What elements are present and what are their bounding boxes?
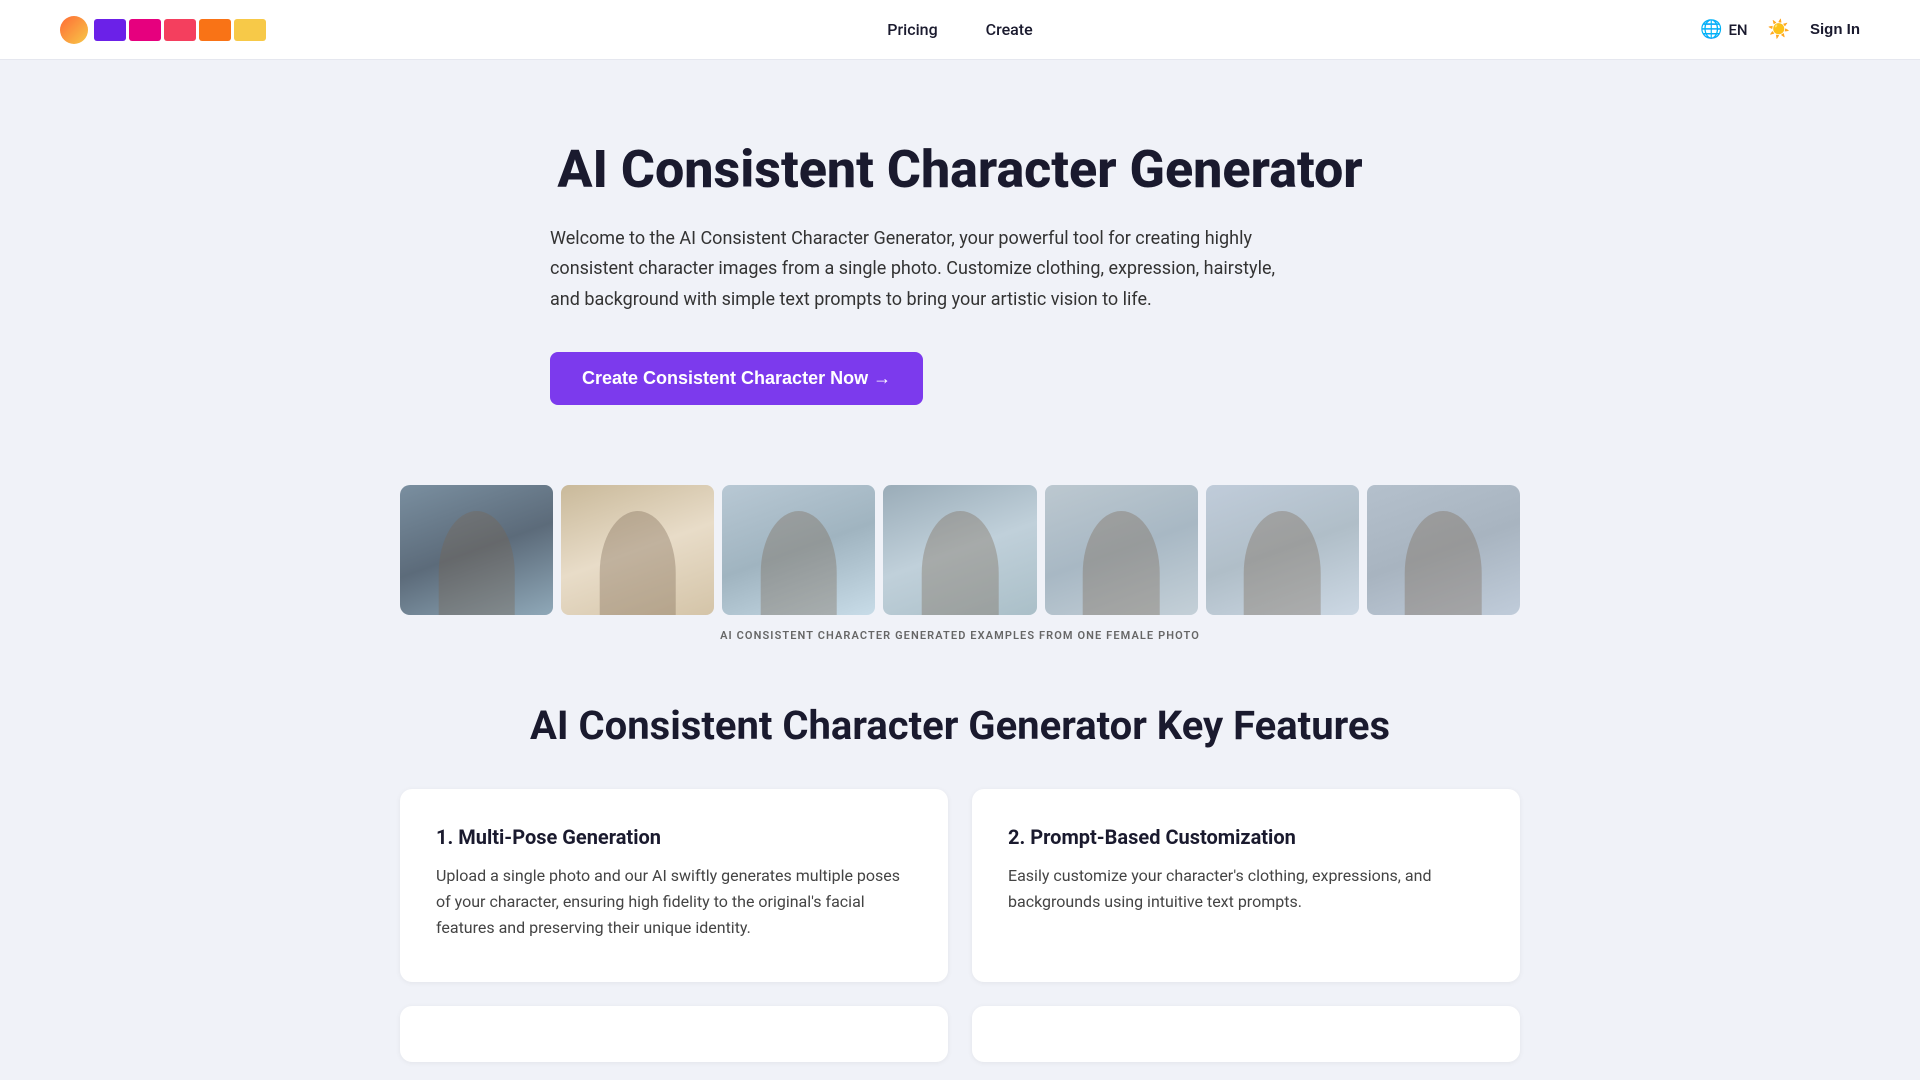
nav-pricing[interactable]: Pricing [887, 20, 937, 39]
gallery-image-7 [1367, 485, 1520, 615]
nav-create[interactable]: Create [986, 20, 1033, 39]
language-selector[interactable]: 🌐 EN [1700, 19, 1748, 40]
features-grid: 1. Multi-Pose Generation Upload a single… [400, 789, 1520, 982]
logo-bar-orange [199, 19, 231, 41]
gallery-image-4 [883, 485, 1036, 615]
gallery-image-1 [400, 485, 553, 615]
nav-center: Pricing Create [887, 20, 1032, 39]
feature-card-3-partial [400, 1006, 948, 1062]
logo-circle-icon [60, 16, 88, 44]
logo-bar-pink [129, 19, 161, 41]
feature-card-2: 2. Prompt-Based Customization Easily cus… [972, 789, 1520, 982]
nav-right: 🌐 EN ☀️ Sign In [1700, 19, 1860, 40]
logo-bars [94, 19, 266, 41]
gallery-image-2 [561, 485, 714, 615]
hero-title: AI Consistent Character Generator [550, 140, 1370, 200]
gallery-section: AI CONSISTENT CHARACTER GENERATED EXAMPL… [360, 485, 1560, 642]
features-title: AI Consistent Character Generator Key Fe… [400, 702, 1520, 749]
features-section: AI Consistent Character Generator Key Fe… [360, 702, 1560, 1062]
navbar: Pricing Create 🌐 EN ☀️ Sign In [0, 0, 1920, 60]
feature-1-title: 1. Multi-Pose Generation [436, 825, 912, 849]
gallery-strip [400, 485, 1520, 615]
hero-section: AI Consistent Character Generator Welcom… [0, 60, 1920, 445]
logo-bar-red [164, 19, 196, 41]
sign-in-button[interactable]: Sign In [1810, 21, 1860, 38]
features-grid-bottom [400, 1006, 1520, 1062]
gallery-image-5 [1045, 485, 1198, 615]
cta-button[interactable]: Create Consistent Character Now → [550, 352, 923, 405]
hero-description: Welcome to the AI Consistent Character G… [550, 224, 1290, 316]
globe-icon: 🌐 [1700, 19, 1722, 40]
logo[interactable] [60, 16, 266, 44]
language-label: EN [1728, 21, 1747, 39]
theme-toggle-icon[interactable]: ☀️ [1768, 19, 1790, 40]
feature-card-4-partial [972, 1006, 1520, 1062]
gallery-image-6 [1206, 485, 1359, 615]
feature-2-description: Easily customize your character's clothi… [1008, 863, 1484, 916]
gallery-caption: AI CONSISTENT CHARACTER GENERATED EXAMPL… [400, 629, 1520, 642]
feature-card-1: 1. Multi-Pose Generation Upload a single… [400, 789, 948, 982]
logo-bar-purple [94, 19, 126, 41]
feature-2-title: 2. Prompt-Based Customization [1008, 825, 1484, 849]
logo-bar-yellow [234, 19, 266, 41]
feature-1-description: Upload a single photo and our AI swiftly… [436, 863, 912, 942]
gallery-image-3 [722, 485, 875, 615]
